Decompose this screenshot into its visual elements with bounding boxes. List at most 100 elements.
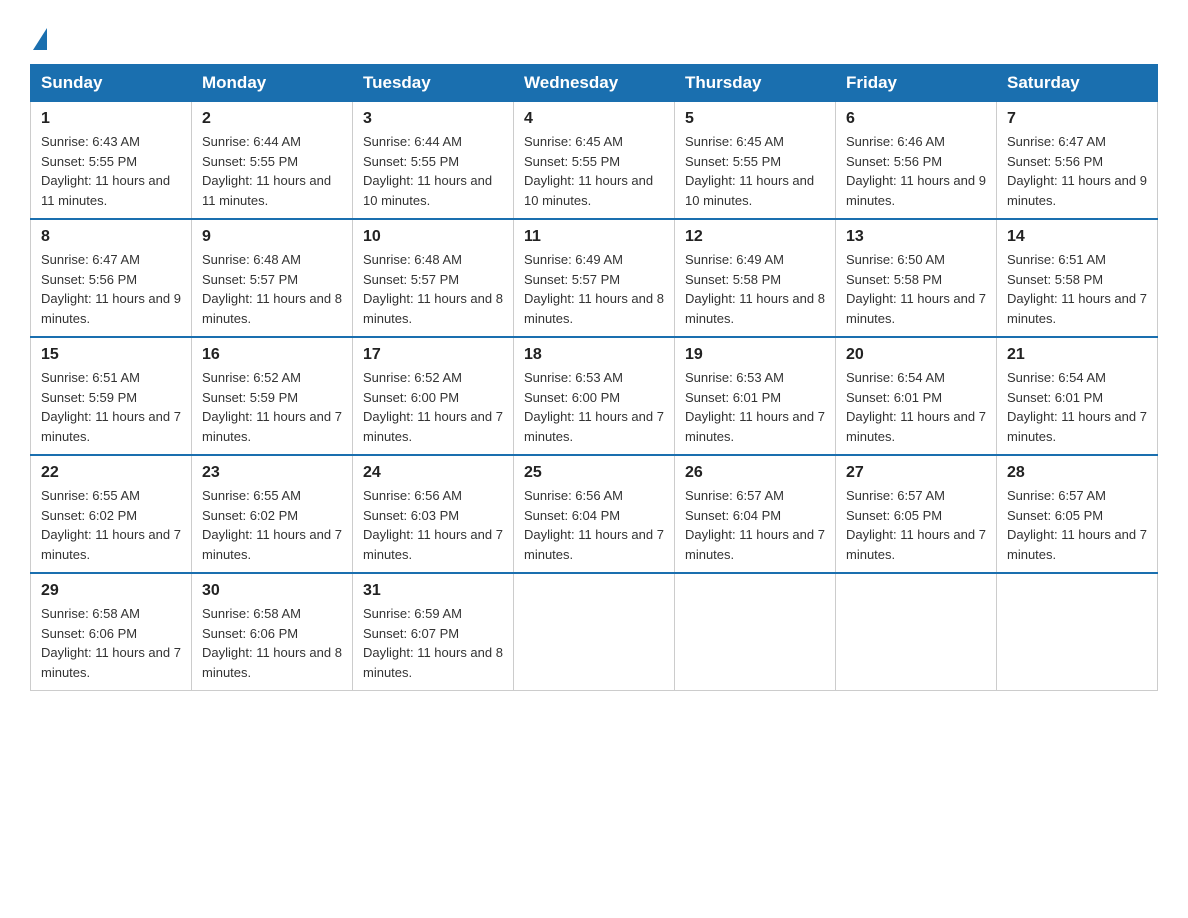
weekday-header-friday: Friday	[836, 65, 997, 102]
day-number: 31	[363, 582, 503, 600]
day-cell: 16 Sunrise: 6:52 AMSunset: 5:59 PMDayligh…	[192, 337, 353, 455]
day-number: 10	[363, 228, 503, 246]
day-number: 17	[363, 346, 503, 364]
day-cell: 20 Sunrise: 6:54 AMSunset: 6:01 PMDayligh…	[836, 337, 997, 455]
day-cell: 17 Sunrise: 6:52 AMSunset: 6:00 PMDayligh…	[353, 337, 514, 455]
day-cell: 2Sunrise: 6:44 AMSunset: 5:55 PMDaylight…	[192, 102, 353, 220]
day-cell: 23Sunrise: 6:55 AMSunset: 6:02 PMDayligh…	[192, 455, 353, 573]
day-cell: 29Sunrise: 6:58 AMSunset: 6:06 PMDayligh…	[31, 573, 192, 691]
day-info: Sunrise: 6:44 AMSunset: 5:55 PMDaylight:…	[363, 132, 503, 210]
day-number: 3	[363, 110, 503, 128]
day-info: Sunrise: 6:57 AMSunset: 6:05 PMDaylight:…	[1007, 486, 1147, 564]
day-info: Sunrise: 6:43 AMSunset: 5:55 PMDaylight:…	[41, 132, 181, 210]
day-number: 16	[202, 346, 342, 364]
week-row-5: 29 Sunrise: 6:58 AMSunset: 6:06 PMDayligh…	[31, 573, 1158, 691]
day-number: 12	[685, 228, 825, 246]
day-cell: 5 Sunrise: 6:45 AMSunset: 5:55 PMDaylight…	[675, 102, 836, 220]
day-info: Sunrise: 6:50 AMSunset: 5:58 PMDaylight:…	[846, 250, 986, 328]
day-cell: 11 Sunrise: 6:49 AMSunset: 5:57 PMDayligh…	[514, 219, 675, 337]
day-number: 22	[41, 464, 181, 482]
day-number: 18	[524, 346, 664, 364]
day-info: Sunrise: 6:51 AMSunset: 5:58 PMDaylight:…	[1007, 250, 1147, 328]
day-number: 13	[846, 228, 986, 246]
day-cell: 25 Sunrise: 6:56 AMSunset: 6:04 PMDayligh…	[514, 455, 675, 573]
day-cell: 28 Sunrise: 6:57 AMSunset: 6:05 PMDayligh…	[997, 455, 1158, 573]
weekday-header-tuesday: Tuesday	[353, 65, 514, 102]
day-info: Sunrise: 6:46 AMSunset: 5:56 PMDaylight:…	[846, 132, 986, 210]
day-number: 20	[846, 346, 986, 364]
day-cell: 14 Sunrise: 6:51 AMSunset: 5:58 PMDayligh…	[997, 219, 1158, 337]
day-info: Sunrise: 6:52 AMSunset: 6:00 PMDaylight:…	[363, 368, 503, 446]
day-number: 28	[1007, 464, 1147, 482]
day-number: 14	[1007, 228, 1147, 246]
day-number: 25	[524, 464, 664, 482]
week-row-2: 8Sunrise: 6:47 AMSunset: 5:56 PMDaylight…	[31, 219, 1158, 337]
day-number: 8	[41, 228, 181, 246]
day-info: Sunrise: 6:48 AMSunset: 5:57 PMDaylight:…	[363, 250, 503, 328]
day-info: Sunrise: 6:57 AMSunset: 6:05 PMDaylight:…	[846, 486, 986, 564]
day-number: 6	[846, 110, 986, 128]
day-info: Sunrise: 6:52 AMSunset: 5:59 PMDaylight:…	[202, 368, 342, 446]
page-header	[30, 20, 1158, 48]
day-cell: 22 Sunrise: 6:55 AMSunset: 6:02 PMDayligh…	[31, 455, 192, 573]
day-info: Sunrise: 6:56 AMSunset: 6:03 PMDaylight:…	[363, 486, 503, 564]
day-cell	[997, 573, 1158, 691]
day-info: Sunrise: 6:57 AMSunset: 6:04 PMDaylight:…	[685, 486, 825, 564]
day-cell: 24 Sunrise: 6:56 AMSunset: 6:03 PMDayligh…	[353, 455, 514, 573]
day-cell: 6 Sunrise: 6:46 AMSunset: 5:56 PMDaylight…	[836, 102, 997, 220]
day-info: Sunrise: 6:55 AMSunset: 6:02 PMDaylight:…	[202, 486, 342, 564]
day-cell: 4 Sunrise: 6:45 AMSunset: 5:55 PMDaylight…	[514, 102, 675, 220]
weekday-header-wednesday: Wednesday	[514, 65, 675, 102]
day-info: Sunrise: 6:47 AMSunset: 5:56 PMDaylight:…	[1007, 132, 1147, 210]
week-row-1: 1Sunrise: 6:43 AMSunset: 5:55 PMDaylight…	[31, 102, 1158, 220]
day-info: Sunrise: 6:45 AMSunset: 5:55 PMDaylight:…	[685, 132, 825, 210]
day-info: Sunrise: 6:45 AMSunset: 5:55 PMDaylight:…	[524, 132, 664, 210]
logo	[30, 28, 47, 48]
day-info: Sunrise: 6:54 AMSunset: 6:01 PMDaylight:…	[846, 368, 986, 446]
day-info: Sunrise: 6:55 AMSunset: 6:02 PMDaylight:…	[41, 486, 181, 564]
day-number: 30	[202, 582, 342, 600]
day-cell	[514, 573, 675, 691]
day-number: 9	[202, 228, 342, 246]
weekday-header-row: SundayMondayTuesdayWednesdayThursdayFrid…	[31, 65, 1158, 102]
day-number: 21	[1007, 346, 1147, 364]
week-row-3: 15Sunrise: 6:51 AMSunset: 5:59 PMDayligh…	[31, 337, 1158, 455]
day-cell: 19 Sunrise: 6:53 AMSunset: 6:01 PMDayligh…	[675, 337, 836, 455]
weekday-header-saturday: Saturday	[997, 65, 1158, 102]
week-row-4: 22 Sunrise: 6:55 AMSunset: 6:02 PMDayligh…	[31, 455, 1158, 573]
day-number: 4	[524, 110, 664, 128]
day-info: Sunrise: 6:59 AMSunset: 6:07 PMDaylight:…	[363, 604, 503, 682]
day-number: 29	[41, 582, 181, 600]
day-cell: 1Sunrise: 6:43 AMSunset: 5:55 PMDaylight…	[31, 102, 192, 220]
day-number: 7	[1007, 110, 1147, 128]
day-number: 24	[363, 464, 503, 482]
weekday-header-sunday: Sunday	[31, 65, 192, 102]
day-info: Sunrise: 6:56 AMSunset: 6:04 PMDaylight:…	[524, 486, 664, 564]
day-cell: 31 Sunrise: 6:59 AMSunset: 6:07 PMDayligh…	[353, 573, 514, 691]
day-cell: 9 Sunrise: 6:48 AMSunset: 5:57 PMDaylight…	[192, 219, 353, 337]
day-cell: 26Sunrise: 6:57 AMSunset: 6:04 PMDayligh…	[675, 455, 836, 573]
day-info: Sunrise: 6:48 AMSunset: 5:57 PMDaylight:…	[202, 250, 342, 328]
day-cell	[675, 573, 836, 691]
day-cell: 12 Sunrise: 6:49 AMSunset: 5:58 PMDayligh…	[675, 219, 836, 337]
weekday-header-monday: Monday	[192, 65, 353, 102]
day-info: Sunrise: 6:54 AMSunset: 6:01 PMDaylight:…	[1007, 368, 1147, 446]
day-number: 15	[41, 346, 181, 364]
calendar-table: SundayMondayTuesdayWednesdayThursdayFrid…	[30, 64, 1158, 691]
day-cell: 10 Sunrise: 6:48 AMSunset: 5:57 PMDayligh…	[353, 219, 514, 337]
day-info: Sunrise: 6:44 AMSunset: 5:55 PMDaylight:…	[202, 132, 342, 210]
day-cell: 27 Sunrise: 6:57 AMSunset: 6:05 PMDayligh…	[836, 455, 997, 573]
day-cell: 7 Sunrise: 6:47 AMSunset: 5:56 PMDaylight…	[997, 102, 1158, 220]
day-info: Sunrise: 6:49 AMSunset: 5:57 PMDaylight:…	[524, 250, 664, 328]
day-info: Sunrise: 6:53 AMSunset: 6:01 PMDaylight:…	[685, 368, 825, 446]
day-cell: 15Sunrise: 6:51 AMSunset: 5:59 PMDayligh…	[31, 337, 192, 455]
day-number: 11	[524, 228, 664, 246]
day-info: Sunrise: 6:58 AMSunset: 6:06 PMDaylight:…	[202, 604, 342, 682]
day-info: Sunrise: 6:49 AMSunset: 5:58 PMDaylight:…	[685, 250, 825, 328]
day-number: 19	[685, 346, 825, 364]
day-number: 5	[685, 110, 825, 128]
day-cell: 3 Sunrise: 6:44 AMSunset: 5:55 PMDaylight…	[353, 102, 514, 220]
day-number: 27	[846, 464, 986, 482]
day-cell: 30 Sunrise: 6:58 AMSunset: 6:06 PMDayligh…	[192, 573, 353, 691]
day-cell: 8Sunrise: 6:47 AMSunset: 5:56 PMDaylight…	[31, 219, 192, 337]
